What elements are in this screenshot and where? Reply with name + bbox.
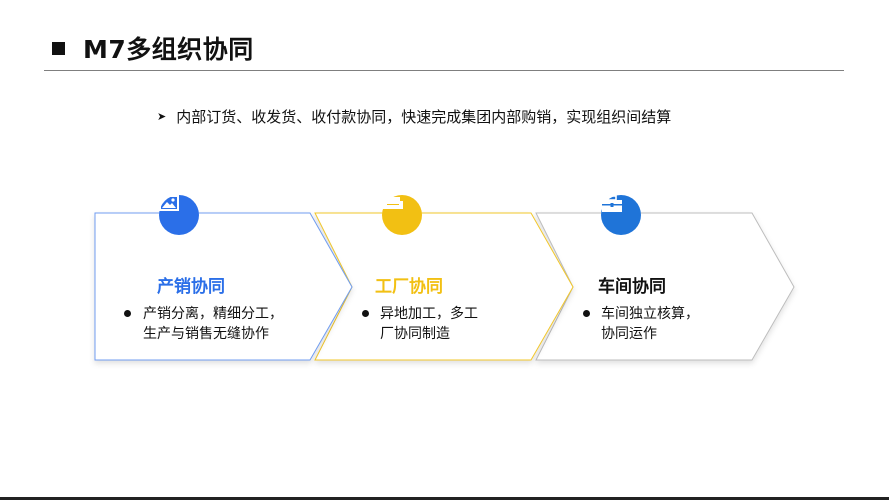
- step3-desc-line2: 协同运作: [601, 326, 657, 342]
- step1-title: 产销协同: [157, 277, 225, 297]
- flow-shapes: [94, 212, 795, 361]
- step3-desc-line1: 车间独立核算，: [601, 306, 699, 322]
- step1-desc-line1: 产销分离，精细分工，: [143, 306, 283, 322]
- process-flow: 产销协同 产销分离，精细分工， 生产与销售无缝协作 工厂协同 异地加工，多工 厂…: [0, 0, 889, 500]
- step2-bullet-dot: [362, 310, 369, 317]
- step3-bullet-dot: [583, 310, 590, 317]
- step1-bullet-dot: [124, 310, 131, 317]
- step2-desc-line1: 异地加工，多工: [380, 306, 478, 322]
- step2-title: 工厂协同: [375, 277, 443, 297]
- step2-desc-line2: 厂协同制造: [380, 326, 450, 342]
- step1-desc-line2: 生产与销售无缝协作: [143, 326, 269, 342]
- step1-desc: 产销分离，精细分工， 生产与销售无缝协作: [143, 304, 283, 344]
- step1-image-icon: [159, 195, 199, 235]
- step3-toolbox-icon: [601, 195, 641, 235]
- step3-title: 车间协同: [598, 277, 666, 297]
- step3-desc: 车间独立核算， 协同运作: [601, 304, 699, 344]
- step2-sofa-icon: [382, 195, 422, 235]
- step2-desc: 异地加工，多工 厂协同制造: [380, 304, 478, 344]
